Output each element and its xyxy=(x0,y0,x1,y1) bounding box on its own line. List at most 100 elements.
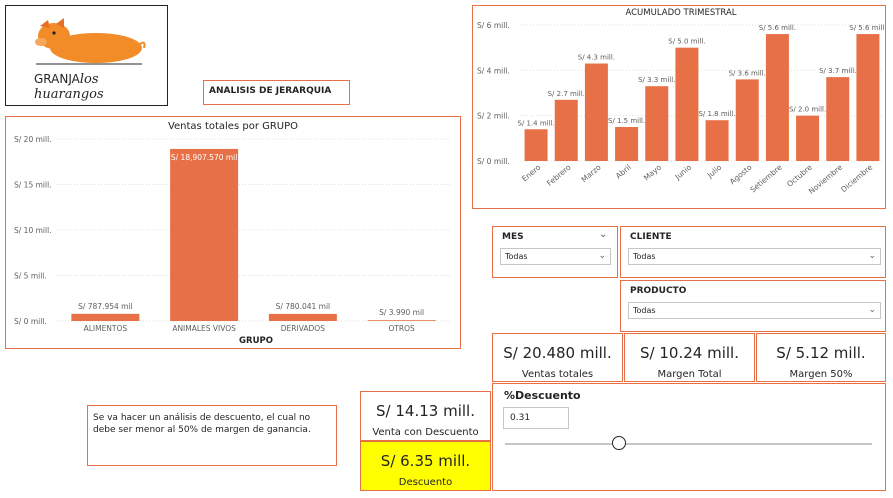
data-label: S/ 2.7 mill. xyxy=(548,90,585,98)
bar[interactable] xyxy=(584,63,608,161)
kpi-venta-con-descuento: S/ 14.13 mill. Venta con Descuento xyxy=(360,391,491,441)
kpi-margen-total: S/ 10.24 mill. Margen Total xyxy=(624,333,755,382)
kpi-margen-50-label: Margen 50% xyxy=(789,369,853,380)
kpi-descuento-label: Descuento xyxy=(398,477,453,488)
bar[interactable] xyxy=(554,99,578,161)
bar[interactable] xyxy=(524,129,548,161)
y-tick-label: S/ 10 mill. xyxy=(14,226,52,235)
analysis-note-box: Se va hacer un análisis de descuento, el… xyxy=(87,405,337,466)
x-tick-label: Noviembre xyxy=(807,162,844,195)
data-label: S/ 2.0 mill. xyxy=(789,106,826,114)
kpi-venta-con-descuento-value: S/ 14.13 mill. xyxy=(376,402,475,420)
slider-handle[interactable] xyxy=(611,436,626,450)
bar[interactable] xyxy=(645,86,669,161)
x-tick-label: Abril xyxy=(614,163,633,181)
kpi-ventas-totales: S/ 20.480 mill. Ventas totales xyxy=(492,333,623,382)
monthly-sales-svg: ACUMULADO TRIMESTRAL S/ 0 mill. S/ 2 mill.… xyxy=(477,8,885,196)
logo-brand-prefix: GRANJA xyxy=(34,72,80,86)
bar[interactable] xyxy=(675,47,699,161)
x-tick-label: Octubre xyxy=(785,162,814,188)
x-tick-label: Junio xyxy=(673,162,694,182)
chevron-down-icon: ⌄ xyxy=(868,251,876,261)
slicer-cliente-label: CLIENTE xyxy=(630,232,672,242)
y-tick-label: S/ 5 mill. xyxy=(14,272,47,281)
logo-brand-text: GRANJAlos huarangos xyxy=(34,72,167,102)
chevron-down-icon: ⌄ xyxy=(868,305,876,315)
data-label: S/ 3.3 mill. xyxy=(638,76,675,84)
slicer-mes[interactable]: MES ⌄ Todas ⌄ xyxy=(492,226,618,278)
x-tick-label: ANIMALES VIVOS xyxy=(172,324,236,333)
bar[interactable] xyxy=(367,320,436,321)
page-title: ANALISIS DE JERARQUIA xyxy=(209,86,332,96)
slicer-cliente-dropdown[interactable]: Todas ⌄ xyxy=(628,248,881,265)
kpi-descuento-value: S/ 6.35 mill. xyxy=(380,452,471,470)
descuento-parameter-label: %Descuento xyxy=(504,389,581,402)
x-tick-label: Setiembre xyxy=(748,162,784,194)
slicer-mes-dropdown[interactable]: Todas ⌄ xyxy=(500,248,611,265)
bar[interactable] xyxy=(170,148,239,321)
slicer-mes-value: Todas xyxy=(505,252,528,261)
slicer-producto-dropdown[interactable]: Todas ⌄ xyxy=(628,302,881,319)
hierarchy-heading-box: ANALISIS DE JERARQUIA xyxy=(203,80,350,105)
data-label: S/ 787.954 mil xyxy=(78,302,133,311)
bar[interactable] xyxy=(765,34,789,161)
y-tick-label: S/ 6 mill. xyxy=(477,21,510,30)
bar[interactable] xyxy=(826,77,850,161)
kpi-venta-con-descuento-label: Venta con Descuento xyxy=(372,427,479,438)
x-tick-label: Febrero xyxy=(545,162,573,187)
slicer-producto-value: Todas xyxy=(633,306,656,315)
y-tick-label: S/ 20 mill. xyxy=(14,135,52,144)
data-label: S/ 1.4 mill. xyxy=(517,119,554,127)
y-tick-label: S/ 0 mill. xyxy=(14,317,47,326)
y-tick-label: S/ 4 mill. xyxy=(477,66,510,75)
collapse-chevron-icon[interactable]: ⌄ xyxy=(599,229,607,240)
x-tick-label: OTROS xyxy=(388,324,415,333)
bar[interactable] xyxy=(71,313,140,321)
slicer-cliente[interactable]: CLIENTE Todas ⌄ xyxy=(620,226,886,278)
x-tick-label: Agosto xyxy=(728,162,754,186)
data-label: S/ 4.3 mill. xyxy=(578,54,615,62)
data-label: S/ 5.0 mill. xyxy=(668,38,705,46)
slicer-producto-label: PRODUCTO xyxy=(630,286,687,296)
monthly-sales-chart[interactable]: ACUMULADO TRIMESTRAL S/ 0 mill. S/ 2 mill.… xyxy=(472,5,886,209)
x-axis-title: GRUPO xyxy=(239,336,273,346)
bar[interactable] xyxy=(796,115,820,161)
data-label: S/ 1.5 mill. xyxy=(608,117,645,125)
data-label: S/ 5.6 mill. xyxy=(759,24,796,32)
bar[interactable] xyxy=(735,79,759,161)
x-tick-label: ALIMENTOS xyxy=(84,324,128,333)
data-label: S/ 1.8 mill. xyxy=(698,110,735,118)
x-tick-label: Marzo xyxy=(580,162,603,184)
x-tick-label: DERIVADOS xyxy=(281,324,325,333)
kpi-margen-50: S/ 5.12 mill. Margen 50% xyxy=(756,333,886,382)
x-tick-label: Mayo xyxy=(642,162,663,182)
chevron-down-icon: ⌄ xyxy=(598,251,606,261)
data-label: S/ 5.6 mill. xyxy=(849,24,885,32)
chart-title: ACUMULADO TRIMESTRAL xyxy=(625,8,736,18)
kpi-margen-total-value: S/ 10.24 mill. xyxy=(640,344,739,362)
kpi-ventas-totales-value: S/ 20.480 mill. xyxy=(503,344,612,362)
bar[interactable] xyxy=(705,120,729,161)
y-tick-label: S/ 0 mill. xyxy=(477,157,510,166)
chart-title: Ventas totales por GRUPO xyxy=(168,121,298,132)
descuento-value-text: 0.31 xyxy=(510,413,531,423)
bar[interactable] xyxy=(615,127,639,161)
x-tick-label: Julio xyxy=(705,162,724,180)
x-tick-label: Diciembre xyxy=(839,162,874,194)
bar[interactable] xyxy=(268,313,337,321)
bar[interactable] xyxy=(856,34,880,161)
data-label: S/ 18,907.570 mil xyxy=(171,153,237,162)
kpi-margen-total-label: Margen Total xyxy=(657,369,722,380)
slicer-cliente-value: Todas xyxy=(633,252,656,261)
pig-logo-icon xyxy=(35,18,146,65)
sales-by-group-chart[interactable]: Ventas totales por GRUPO S/ 0 mill. S/ 5 m… xyxy=(5,116,461,349)
analysis-note-text: Se va hacer un análisis de descuento, el… xyxy=(93,413,311,435)
kpi-descuento: S/ 6.35 mill. Descuento xyxy=(360,441,491,491)
slider-track[interactable] xyxy=(505,443,872,445)
x-tick-label: Enero xyxy=(520,162,543,183)
slicer-producto[interactable]: PRODUCTO Todas ⌄ xyxy=(620,280,886,332)
data-label: S/ 3.990 mil xyxy=(379,308,424,317)
slicer-mes-label: MES xyxy=(502,232,524,242)
descuento-value-input[interactable]: 0.31 xyxy=(503,407,569,429)
descuento-parameter-slicer[interactable]: %Descuento 0.31 xyxy=(492,383,886,491)
